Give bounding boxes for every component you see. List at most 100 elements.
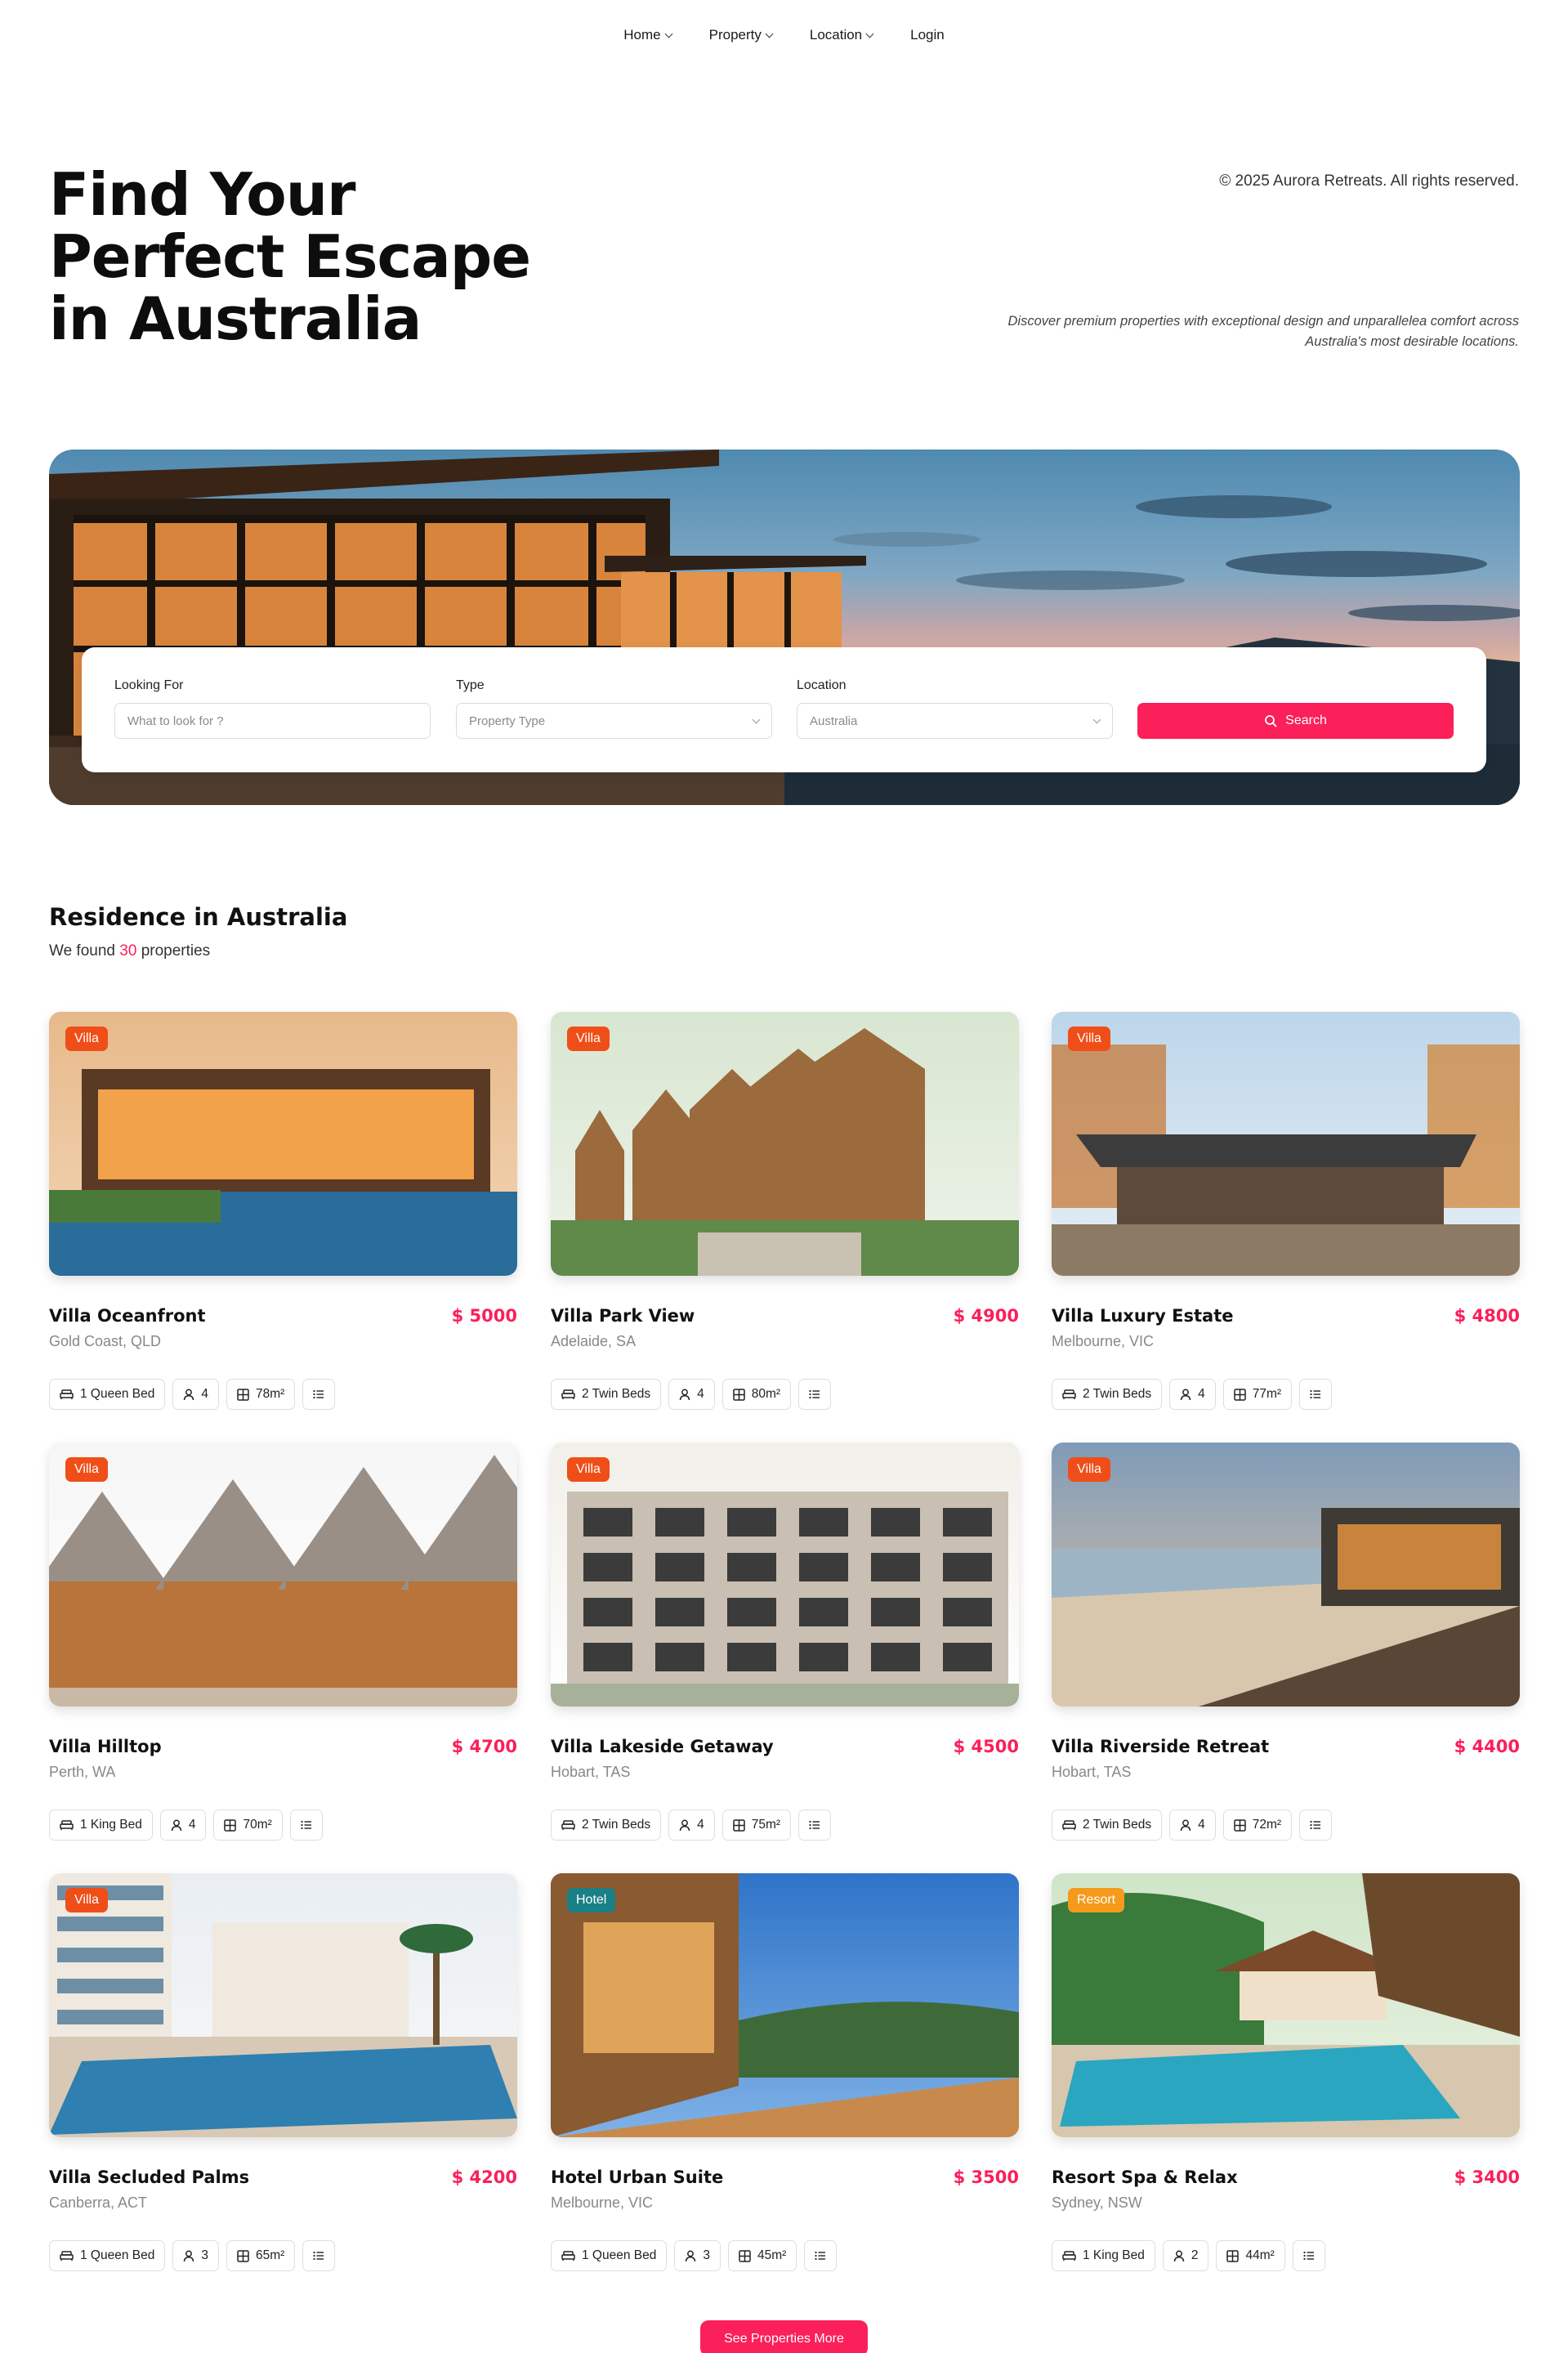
nav-location-label: Location [809, 27, 863, 42]
property-image [1052, 1012, 1520, 1276]
property-price: $ 4700 [451, 1737, 517, 1756]
area-value: 80m² [751, 1387, 781, 1401]
bed-chip: 1 Queen Bed [551, 2240, 668, 2271]
more-details-button[interactable] [302, 2240, 336, 2271]
area-chip: 78m² [226, 1379, 296, 1410]
guests-chip: 3 [674, 2240, 721, 2271]
property-card[interactable]: Villa Villa Hilltop $ 4700 Perth, WA 1 King … [49, 1443, 517, 1843]
property-image-frame[interactable]: Hotel [551, 1873, 1019, 2137]
bed-value: 2 Twin Beds [1083, 1818, 1152, 1832]
more-details-button[interactable] [1299, 1379, 1333, 1410]
guest-icon [1173, 2250, 1185, 2261]
property-image-frame[interactable]: Villa [49, 1443, 517, 1707]
more-details-button[interactable] [798, 1379, 832, 1410]
property-card[interactable]: Villa Villa Oceanfront $ 5000 Gold Coast, Q… [49, 1012, 517, 1412]
bed-icon [1062, 1820, 1076, 1830]
property-card[interactable]: Villa Villa Riverside Retreat $ 4400 Hobart… [1052, 1443, 1520, 1843]
guest-icon [184, 2250, 194, 2261]
list-icon [313, 2251, 324, 2261]
guests-chip: 4 [668, 1379, 715, 1410]
property-name[interactable]: Villa Hilltop [49, 1737, 162, 1756]
list-icon [1310, 1820, 1321, 1830]
looking-for-field: Looking For [114, 678, 431, 739]
property-name[interactable]: Villa Secluded Palms [49, 2167, 249, 2187]
property-image [49, 1012, 517, 1276]
bed-chip: 2 Twin Beds [1052, 1379, 1163, 1410]
property-name[interactable]: Villa Park View [551, 1306, 695, 1326]
chevron-down-icon [752, 715, 761, 723]
list-icon [809, 1389, 820, 1399]
chevron-down-icon [765, 29, 774, 38]
property-card[interactable]: Villa Villa Secluded Palms $ 4200 Canberra,… [49, 1873, 517, 2274]
property-card[interactable]: Resort Resort Spa & Relax $ 3400 Sydney, NS… [1052, 1873, 1520, 2274]
bed-chip: 1 King Bed [49, 1809, 153, 1841]
area-icon [1234, 1388, 1246, 1401]
property-image-frame[interactable]: Villa [1052, 1443, 1520, 1707]
property-name[interactable]: Hotel Urban Suite [551, 2167, 723, 2187]
more-details-button[interactable] [798, 1809, 832, 1841]
property-image-frame[interactable]: Villa [551, 1443, 1019, 1707]
type-select-value: Property Type [469, 714, 546, 728]
property-image-frame[interactable]: Resort [1052, 1873, 1520, 2137]
more-details-button[interactable] [1292, 2240, 1325, 2271]
nav-property[interactable]: Property [709, 27, 774, 43]
guests-value: 3 [201, 2248, 208, 2262]
chevron-down-icon [664, 29, 673, 38]
area-icon [237, 1388, 249, 1401]
property-price: $ 4500 [953, 1737, 1019, 1756]
property-card[interactable]: Hotel Hotel Urban Suite $ 3500 Melbourne, V… [551, 1873, 1019, 2274]
property-card[interactable]: Villa Villa Park View $ 4900 Adelaide, SA 2 … [551, 1012, 1019, 1412]
property-name[interactable]: Villa Lakeside Getaway [551, 1737, 774, 1756]
area-chip: 75m² [721, 1809, 792, 1841]
results-suffix: properties [141, 942, 211, 960]
more-details-button[interactable] [302, 1379, 336, 1410]
more-details-button[interactable] [804, 2240, 838, 2271]
property-image [551, 1443, 1019, 1707]
area-chip: 65m² [226, 2240, 296, 2271]
guests-chip: 4 [172, 1379, 219, 1410]
property-features: 1 King Bed 2 44m² [1052, 2240, 1325, 2271]
property-name[interactable]: Villa Oceanfront [49, 1306, 206, 1326]
property-image-frame[interactable]: Villa [49, 1873, 517, 2137]
property-features: 2 Twin Beds 4 80m² [551, 1379, 832, 1410]
more-details-button[interactable] [289, 1809, 323, 1841]
chevron-down-icon [865, 29, 874, 38]
property-image-frame[interactable]: Villa [551, 1012, 1019, 1276]
search-button[interactable]: Search [1137, 703, 1454, 739]
property-image-frame[interactable]: Villa [49, 1012, 517, 1276]
nav-home-label: Home [623, 27, 661, 42]
list-icon [1303, 2251, 1314, 2261]
location-select[interactable]: Australia [797, 703, 1113, 739]
list-icon [1310, 1389, 1321, 1399]
property-features: 1 King Bed 4 70m² [49, 1809, 323, 1841]
type-field: Type Property Type [456, 678, 772, 739]
more-details-button[interactable] [1299, 1809, 1333, 1841]
property-card[interactable]: Villa Villa Luxury Estate $ 4800 Melbourne,… [1052, 1012, 1520, 1412]
property-type-badge: Villa [567, 1457, 610, 1482]
nav-home[interactable]: Home [623, 27, 673, 43]
property-location: Melbourne, VIC [1052, 1333, 1155, 1349]
type-select[interactable]: Property Type [456, 703, 772, 739]
property-image-frame[interactable]: Villa [1052, 1012, 1520, 1276]
property-location: Perth, WA [49, 1764, 116, 1780]
search-icon [1265, 715, 1277, 727]
see-more-button[interactable]: See Properties More [700, 2320, 868, 2353]
nav-location[interactable]: Location [809, 27, 874, 43]
bed-icon [561, 1389, 575, 1399]
bed-chip: 1 Queen Bed [49, 1379, 166, 1410]
property-name[interactable]: Resort Spa & Relax [1052, 2167, 1238, 2187]
guests-chip: 4 [159, 1809, 207, 1841]
bed-icon [60, 1820, 74, 1830]
area-icon [733, 1818, 745, 1832]
guests-chip: 2 [1162, 2240, 1209, 2271]
nav-login[interactable]: Login [910, 27, 945, 43]
property-price: $ 4400 [1454, 1737, 1520, 1756]
bed-value: 1 Queen Bed [582, 2248, 657, 2262]
property-name[interactable]: Villa Luxury Estate [1052, 1306, 1233, 1326]
property-card[interactable]: Villa Villa Lakeside Getaway $ 4500 Hobart,… [551, 1443, 1019, 1843]
area-icon [739, 2249, 751, 2262]
property-name[interactable]: Villa Riverside Retreat [1052, 1737, 1269, 1756]
area-icon [1226, 2249, 1240, 2262]
area-chip: 77m² [1222, 1379, 1293, 1410]
looking-for-input[interactable] [127, 714, 418, 728]
